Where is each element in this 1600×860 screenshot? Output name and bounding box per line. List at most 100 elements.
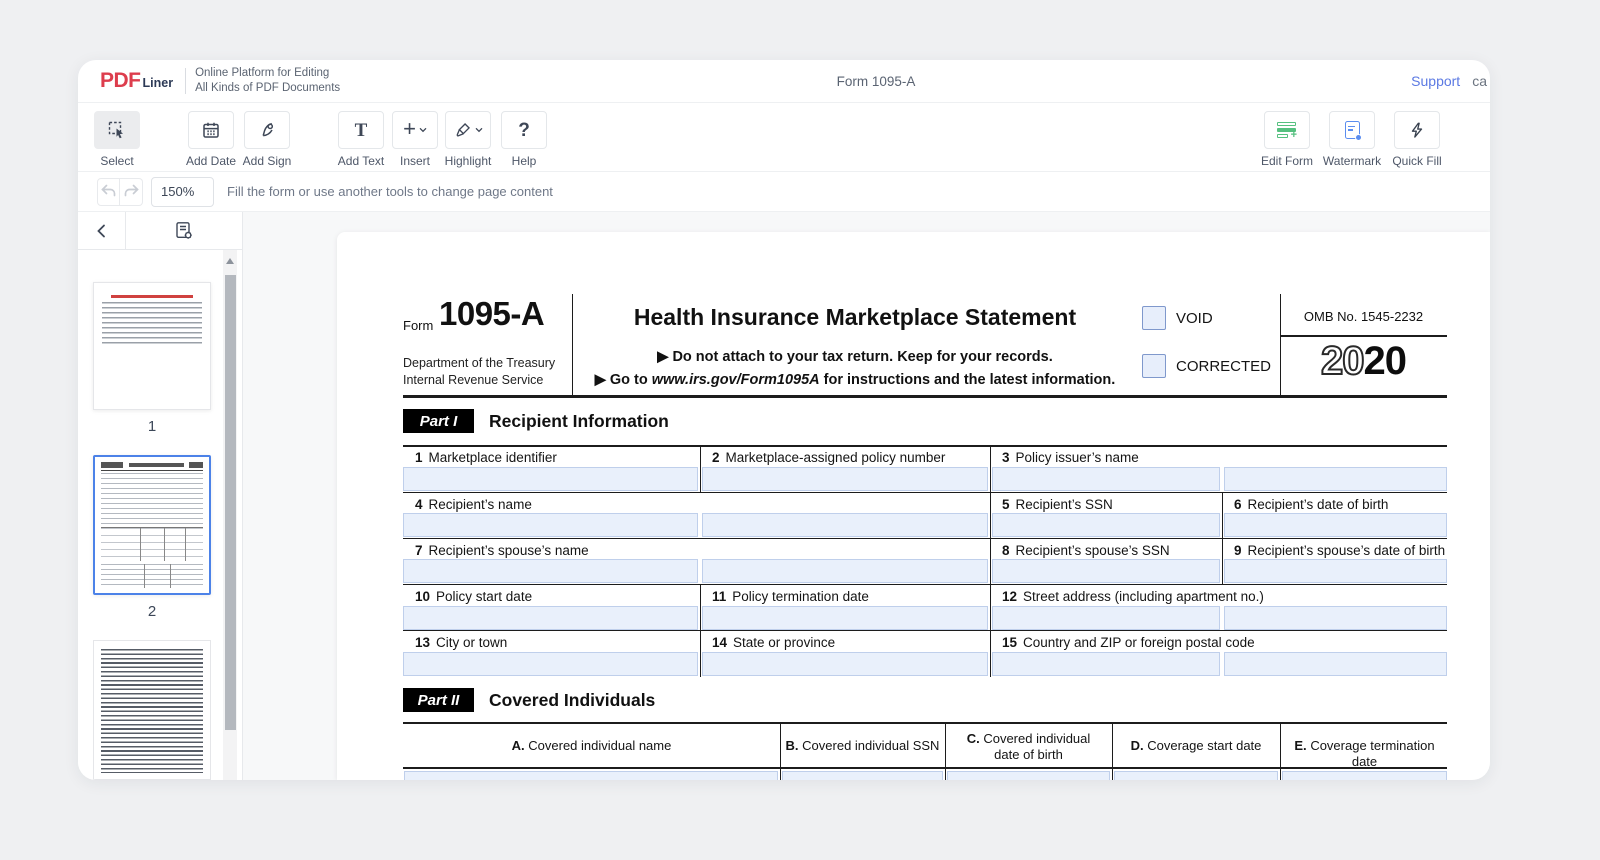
column-header-E: E. Coverage termination date — [1282, 738, 1447, 771]
input-field-10[interactable] — [403, 606, 698, 630]
form-word: Form — [403, 318, 433, 333]
chevron-down-icon — [475, 127, 483, 133]
tagline: Online Platform for Editing All Kinds of… — [195, 66, 340, 96]
field-label-15: 15Country and ZIP or foreign postal code — [1002, 635, 1255, 650]
highlight-tool[interactable]: Highlight — [445, 111, 491, 171]
edit-form-bars-icon: + — [1277, 122, 1297, 138]
field-label-7: 7Recipient’s spouse’s name — [415, 543, 589, 558]
dept-line-1: Department of the Treasury — [403, 356, 555, 370]
insert-tool[interactable]: + Insert — [392, 111, 438, 171]
page-thumbnail-3[interactable] — [93, 640, 211, 780]
field-label-8: 8Recipient’s spouse’s SSN — [1002, 543, 1170, 558]
undo-button[interactable] — [97, 178, 120, 206]
field-label-11: 11Policy termination date — [712, 589, 869, 604]
header-bottom-rule — [403, 395, 1447, 398]
redo-button[interactable] — [120, 178, 143, 206]
collapse-sidebar-button[interactable] — [78, 212, 125, 249]
page-thumbnail-1[interactable] — [93, 282, 211, 410]
redo-arrow-icon — [123, 184, 140, 199]
input-field-13[interactable] — [403, 652, 698, 676]
question-mark-icon: ? — [518, 121, 530, 140]
input-field-7a[interactable] — [403, 559, 698, 583]
highlight-brush-icon — [454, 121, 472, 139]
sign-pen-icon — [257, 120, 277, 140]
form-url: www.irs.gov/Form1095A — [652, 372, 820, 388]
table-top-rule — [403, 722, 1447, 724]
field-label-5: 5Recipient’s SSN — [1002, 497, 1113, 512]
text-T-icon: T — [355, 121, 368, 140]
edit-form-tool[interactable]: + Edit Form — [1264, 111, 1310, 171]
thumb2-form-bottom — [101, 564, 203, 588]
input-field-9[interactable] — [1224, 559, 1447, 583]
pages-settings-icon — [173, 220, 195, 242]
input-field-8[interactable] — [992, 559, 1220, 583]
input-covered-dob[interactable] — [947, 771, 1110, 780]
quick-fill-tool[interactable]: Quick Fill — [1394, 111, 1440, 171]
thumb2-form-header — [101, 462, 203, 471]
undo-arrow-icon — [100, 184, 117, 199]
watermark-document-icon — [1345, 121, 1360, 139]
field-label-9: 9Recipient’s spouse’s date of birth — [1234, 543, 1445, 558]
input-field-12b[interactable] — [1224, 606, 1447, 630]
toolbar-hint-text: Fill the form or use another tools to ch… — [227, 184, 553, 199]
select-cursor-icon — [107, 120, 127, 140]
back-chevron-icon — [94, 223, 110, 239]
field-label-6: 6Recipient’s date of birth — [1234, 497, 1388, 512]
input-field-3b[interactable] — [1224, 467, 1447, 491]
input-field-7b[interactable] — [702, 559, 988, 583]
document-viewport: Form 1095-A Department of the Treasury I… — [243, 212, 1490, 780]
part2-title: Covered Individuals — [489, 690, 655, 711]
add-date-tool[interactable]: Add Date — [188, 111, 234, 171]
pages-sidebar: 1 2 — [78, 212, 243, 780]
add-sign-tool[interactable]: Add Sign — [244, 111, 290, 171]
input-field-12a[interactable] — [992, 606, 1220, 630]
calendar-icon — [201, 120, 221, 140]
input-field-5[interactable] — [992, 513, 1220, 537]
input-field-14[interactable] — [702, 652, 988, 676]
thumb2-form-rows — [101, 473, 203, 525]
dept-line-2: Internal Revenue Service — [403, 373, 543, 387]
corrected-checkbox[interactable] — [1142, 354, 1166, 378]
page-thumbnail-2-selected[interactable] — [93, 455, 211, 595]
input-field-15b[interactable] — [1224, 652, 1447, 676]
input-coverage-start[interactable] — [1114, 771, 1278, 780]
field-label-4: 4Recipient’s name — [415, 497, 532, 512]
input-field-2[interactable] — [702, 467, 988, 491]
input-field-1[interactable] — [403, 467, 698, 491]
scroll-up-arrow-icon[interactable] — [226, 258, 234, 264]
help-tool[interactable]: ? Help — [501, 111, 547, 171]
sidebar-scrollbar[interactable] — [223, 250, 237, 780]
input-coverage-end[interactable] — [1282, 771, 1447, 780]
thumb1-red-heading — [111, 295, 192, 298]
support-link[interactable]: Support — [1411, 73, 1460, 89]
lightning-bolt-icon — [1408, 121, 1426, 139]
input-field-4a[interactable] — [403, 513, 698, 537]
input-field-15a[interactable] — [992, 652, 1220, 676]
input-field-4b[interactable] — [702, 513, 988, 537]
field-label-3: 3Policy issuer’s name — [1002, 450, 1139, 465]
zoom-level-input[interactable]: 150% — [151, 177, 214, 207]
void-checkbox[interactable] — [1142, 306, 1166, 330]
sub-toolbar: 150% Fill the form or use another tools … — [78, 172, 1490, 212]
input-field-6[interactable] — [1224, 513, 1447, 537]
input-covered-ssn[interactable] — [782, 771, 943, 780]
account-label[interactable]: ca — [1472, 73, 1487, 89]
chevron-down-icon — [419, 127, 427, 133]
watermark-tool[interactable]: Watermark — [1329, 111, 1375, 171]
select-tool[interactable]: Select — [94, 111, 140, 171]
pdfliner-logo[interactable]: PDFLiner — [100, 69, 173, 93]
grid-rule — [403, 445, 1447, 447]
input-field-11[interactable] — [702, 606, 988, 630]
void-label: VOID — [1176, 310, 1213, 327]
form-number: 1095-A — [439, 295, 544, 333]
input-covered-name[interactable] — [404, 771, 778, 780]
part1-badge: Part I — [403, 409, 474, 433]
column-header-C: C. Covered individual date of birth — [953, 731, 1104, 764]
scrollbar-thumb[interactable] — [225, 275, 236, 730]
page-settings-button[interactable] — [125, 212, 242, 249]
grid-rule — [403, 538, 1447, 539]
input-field-3a[interactable] — [992, 467, 1220, 491]
page-number-1: 1 — [93, 418, 211, 435]
logo-divider — [185, 68, 186, 94]
add-text-tool[interactable]: T Add Text — [338, 111, 384, 171]
